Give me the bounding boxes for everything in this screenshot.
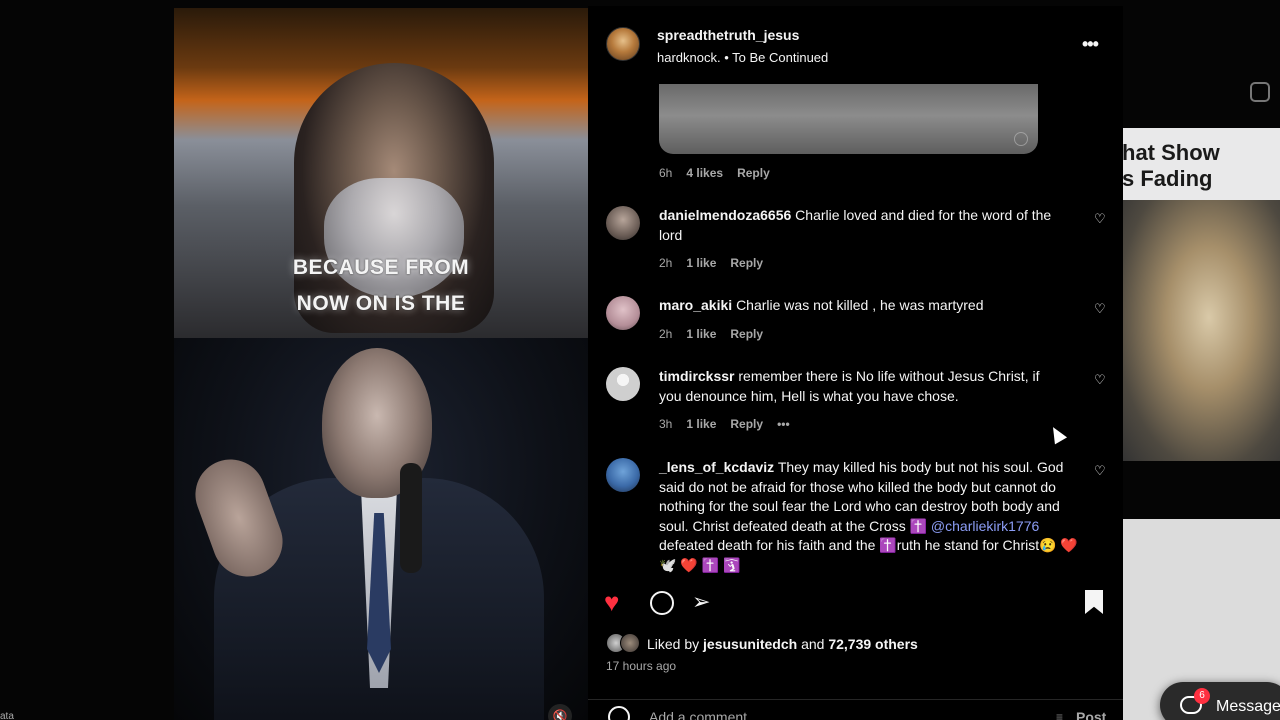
author-username[interactable]: spreadthetruth_jesus <box>657 27 799 43</box>
like-comment-icon[interactable]: ♡ <box>1094 464 1108 478</box>
add-comment-bar: Add a comment... ≡ Post <box>588 699 1123 720</box>
like-comment-icon[interactable]: ♡ <box>1094 302 1108 316</box>
media-badge-icon <box>1014 132 1028 146</box>
post-comment-button[interactable]: Post <box>1076 709 1106 720</box>
comment-input[interactable]: Add a comment... <box>649 709 759 720</box>
commenter-username[interactable]: _lens_of_kcdaviz <box>659 459 774 475</box>
post-header: spreadthetruth_jesus hardknock. • To Be … <box>588 6 1123 84</box>
comment-meta: 2h 1 like Reply <box>659 256 777 270</box>
microphone <box>400 463 422 573</box>
comment-body: danielmendoza6656 Charlie loved and died… <box>659 206 1059 245</box>
liked-by-row[interactable]: Liked by jesusunitedch and 72,739 others <box>606 633 1106 655</box>
messages-button[interactable]: 6 Message <box>1160 682 1280 720</box>
comment-body: timdirckssr remember there is No life wi… <box>659 367 1059 406</box>
commenter-avatar[interactable] <box>606 296 640 330</box>
liked-by-text: Liked by jesusunitedch and 72,739 others <box>647 636 918 652</box>
liker-username[interactable]: jesusunitedch <box>703 636 797 652</box>
commenter-username[interactable]: danielmendoza6656 <box>659 207 791 223</box>
audio-track[interactable]: hardknock. • To Be Continued <box>657 50 828 65</box>
comment-media-thumbnail[interactable] <box>659 84 1038 154</box>
comment-likes[interactable]: 1 like <box>686 417 716 431</box>
heart-filled-icon[interactable]: ♥ <box>604 588 619 616</box>
more-options-icon[interactable]: ••• <box>1082 34 1106 54</box>
comment-meta: 2h 1 like Reply <box>659 327 777 341</box>
comment-time: 3h <box>659 417 673 431</box>
emoji-icon[interactable] <box>608 706 630 720</box>
comment-more-icon[interactable]: ••• <box>777 417 790 431</box>
messages-label: Message <box>1216 698 1280 715</box>
comment-meta: 3h 1 like Reply ••• <box>659 417 804 431</box>
likes-count[interactable]: 72,739 others <box>828 636 918 652</box>
comment-likes[interactable]: 4 likes <box>686 166 723 180</box>
background-card-image <box>1122 200 1280 461</box>
author-avatar[interactable] <box>606 27 640 61</box>
mention-link[interactable]: @charliekirk1776 <box>931 518 1039 534</box>
comment-time: 2h <box>659 327 673 341</box>
liker-avatar <box>620 633 640 653</box>
comment-time: 6h <box>659 166 673 180</box>
post-timestamp: 17 hours ago <box>606 659 677 673</box>
video-caption-line1: BECAUSE FROM <box>292 256 470 279</box>
comment-icon[interactable] <box>650 591 674 615</box>
comment-time: 2h <box>659 256 673 270</box>
share-icon[interactable]: ➢ <box>692 588 710 616</box>
commenter-avatar[interactable] <box>606 458 640 492</box>
like-comment-icon[interactable]: ♡ <box>1094 373 1108 387</box>
background-feed-card: hat Show s Fading <box>1122 128 1280 461</box>
comment-text: Charlie was not killed , he was martyred <box>736 297 984 313</box>
commenter-username[interactable]: maro_akiki <box>659 297 732 313</box>
reply-button[interactable]: Reply <box>737 166 770 180</box>
speaker-one-beard <box>324 178 464 298</box>
comment-body: maro_akiki Charlie was not killed , he w… <box>659 296 1059 316</box>
comment-text-continued: defeated death for his faith and the ✝️r… <box>659 537 1078 573</box>
comment-meta: 6h 4 likes Reply <box>659 166 784 180</box>
corner-text: ata <box>0 711 14 720</box>
like-comment-icon[interactable]: ♡ <box>1094 212 1108 226</box>
default-avatar-icon[interactable] <box>606 367 640 401</box>
commenter-username[interactable]: timdirckssr <box>659 368 734 384</box>
background-card-text: hat Show s Fading <box>1122 140 1220 191</box>
reel-video[interactable]: BECAUSE FROM NOW ON IS THE 🔇 <box>174 8 588 720</box>
post-comments-panel: spreadthetruth_jesus hardknock. • To Be … <box>588 6 1123 720</box>
comment-likes[interactable]: 1 like <box>686 327 716 341</box>
bookmark-filled-icon[interactable] <box>1085 590 1103 614</box>
video-caption-line2: NOW ON IS THE <box>296 292 466 315</box>
reply-button[interactable]: Reply <box>730 327 763 341</box>
messages-badge: 6 <box>1194 688 1210 704</box>
commenter-avatar[interactable] <box>606 206 640 240</box>
post-actions: ♥ ➢ <box>588 586 1123 622</box>
comment-likes[interactable]: 1 like <box>686 256 716 270</box>
comment-body: _lens_of_kcdaviz They may killed his bod… <box>659 458 1084 575</box>
reels-icon[interactable] <box>1250 82 1270 102</box>
resize-grip-icon: ≡ <box>1056 710 1064 720</box>
reply-button[interactable]: Reply <box>730 256 763 270</box>
reply-button[interactable]: Reply <box>730 417 763 431</box>
